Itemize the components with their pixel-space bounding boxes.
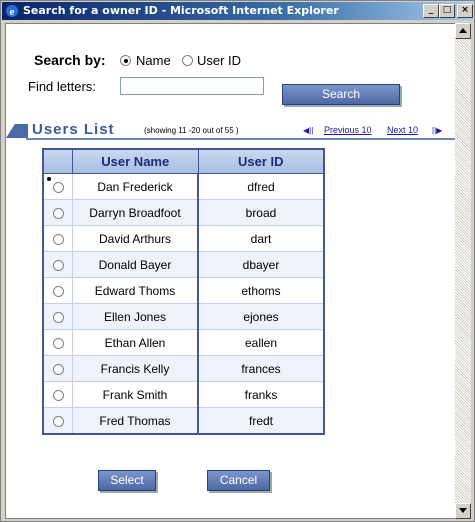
user-name-cell: Edward Thoms: [72, 277, 199, 304]
user-name-cell: Ethan Allen: [72, 329, 199, 356]
user-name-cell: David Arthurs: [72, 225, 199, 252]
user-id-cell: frances: [197, 355, 325, 382]
search-button[interactable]: Search: [282, 84, 400, 105]
user-id-cell: broad: [197, 199, 325, 226]
page-content: Search by: Name User ID Find letters: Se…: [5, 23, 456, 519]
row-select-cell: [42, 381, 73, 408]
minimize-icon[interactable]: _: [423, 4, 439, 18]
user-name-cell: Frank Smith: [72, 381, 199, 408]
user-id-cell: eallen: [197, 329, 325, 356]
find-letters-input[interactable]: [120, 77, 264, 95]
header-divider: [26, 138, 455, 140]
row-select-cell: [42, 355, 73, 382]
scroll-up-icon[interactable]: [455, 23, 471, 39]
table-row[interactable]: Frank Smith franks: [42, 381, 325, 408]
scroll-down-icon[interactable]: [455, 503, 471, 519]
row-select-radio[interactable]: [52, 259, 64, 271]
user-id-cell: dbayer: [197, 251, 325, 278]
search-by-name-label: Name: [136, 53, 171, 68]
table-row[interactable]: Ethan Allen eallen: [42, 329, 325, 356]
search-by-userid-radio[interactable]: [182, 55, 193, 66]
row-select-radio[interactable]: [52, 363, 64, 375]
table-row[interactable]: Ellen Jones ejones: [42, 303, 325, 330]
cancel-button[interactable]: Cancel: [207, 470, 270, 491]
users-list-header: Users List (showing 11 -20 out of 55 ) ◀…: [6, 121, 455, 140]
row-select-radio[interactable]: [52, 207, 64, 219]
next-10-link[interactable]: Next 10: [387, 125, 418, 135]
row-select-cell: [42, 407, 73, 435]
table-row[interactable]: Darryn Broadfoot broad: [42, 199, 325, 226]
user-id-cell: ejones: [197, 303, 325, 330]
close-icon[interactable]: ×: [457, 4, 473, 18]
browser-window: e Search for a owner ID - Microsoft Inte…: [0, 0, 475, 522]
row-select-cell: [42, 277, 73, 304]
svg-text:e: e: [10, 6, 15, 18]
previous-10-link[interactable]: Previous 10: [324, 125, 372, 135]
select-button[interactable]: Select: [98, 470, 156, 491]
find-letters-label: Find letters:: [28, 79, 96, 94]
table-header-row: User Name User ID: [42, 148, 325, 174]
user-name-cell: Ellen Jones: [72, 303, 199, 330]
row-select-cell: [42, 329, 73, 356]
row-select-cell: [42, 225, 73, 252]
row-select-radio[interactable]: [52, 337, 64, 349]
row-select-radio[interactable]: [52, 233, 64, 245]
select-column-header: [42, 148, 73, 174]
window-title: Search for a owner ID - Microsoft Intern…: [23, 4, 339, 17]
column-header-user-name: User Name: [72, 148, 199, 174]
table-row[interactable]: Fred Thomas fredt: [42, 407, 325, 435]
previous-arrow-icon[interactable]: ◀||: [303, 126, 313, 135]
table-row[interactable]: Edward Thoms ethoms: [42, 277, 325, 304]
vertical-scrollbar[interactable]: [455, 23, 471, 519]
table-row[interactable]: David Arthurs dart: [42, 225, 325, 252]
user-name-cell: Darryn Broadfoot: [72, 199, 199, 226]
table-row[interactable]: Francis Kelly frances: [42, 355, 325, 382]
users-list-title: Users List: [32, 121, 115, 138]
next-arrow-icon[interactable]: ||▶: [432, 126, 442, 135]
row-select-radio[interactable]: [52, 415, 64, 427]
search-by-name-radio[interactable]: [120, 55, 131, 66]
row-select-radio[interactable]: [52, 181, 64, 193]
user-name-cell: Fred Thomas: [72, 407, 199, 435]
user-name-cell: Dan Frederick: [72, 173, 199, 200]
row-select-radio[interactable]: [52, 285, 64, 297]
column-header-user-id: User ID: [197, 148, 325, 174]
table-row[interactable]: Dan Frederick dfred: [42, 173, 325, 200]
row-select-cell: [42, 251, 73, 278]
row-select-radio[interactable]: [52, 389, 64, 401]
user-id-cell: franks: [197, 381, 325, 408]
showing-count: (showing 11 -20 out of 55 ): [144, 126, 239, 135]
row-select-cell: [42, 303, 73, 330]
user-name-cell: Francis Kelly: [72, 355, 199, 382]
row-select-radio[interactable]: [52, 311, 64, 323]
title-bar: e Search for a owner ID - Microsoft Inte…: [2, 2, 473, 20]
search-by-label: Search by:: [34, 52, 106, 68]
users-table: User Name User ID Dan Frederick dfred Da…: [42, 148, 325, 435]
search-by-userid-label: User ID: [197, 53, 242, 68]
user-id-cell: dfred: [197, 173, 325, 200]
maximize-icon[interactable]: □: [439, 4, 455, 18]
ie-logo-icon: e: [6, 5, 18, 18]
user-id-cell: ethoms: [197, 277, 325, 304]
user-id-cell: dart: [197, 225, 325, 252]
user-id-cell: fredt: [197, 407, 325, 435]
header-flag-icon: [6, 124, 28, 138]
user-name-cell: Donald Bayer: [72, 251, 199, 278]
row-select-cell: [42, 173, 73, 200]
table-row[interactable]: Donald Bayer dbayer: [42, 251, 325, 278]
row-select-cell: [42, 199, 73, 226]
